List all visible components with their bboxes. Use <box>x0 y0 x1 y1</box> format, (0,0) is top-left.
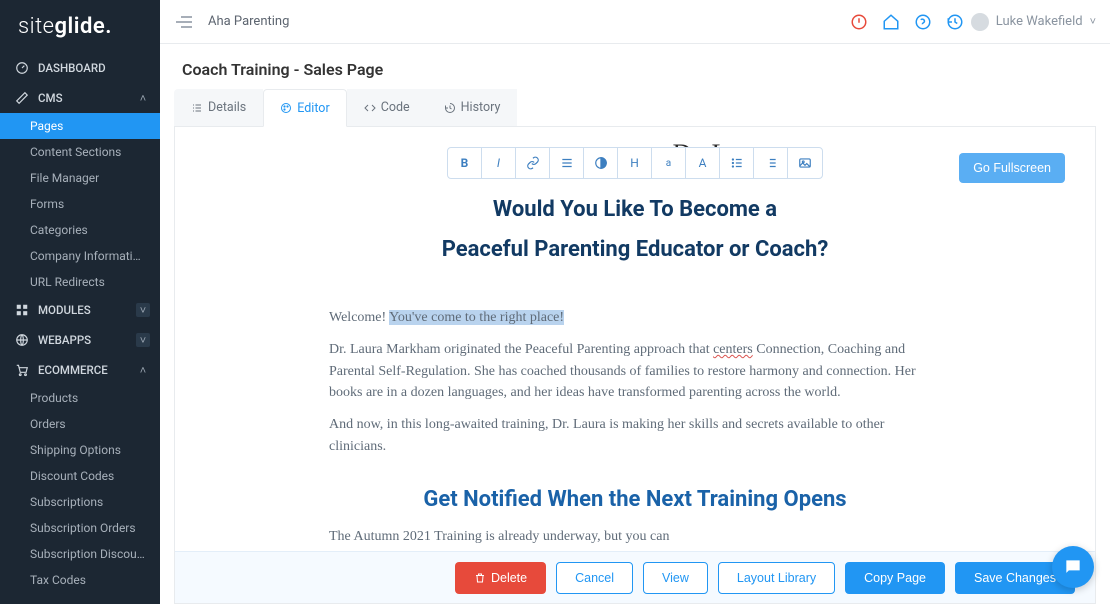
list-ul-button[interactable] <box>720 148 754 178</box>
editor-content[interactable]: I'm honored to be your guide. – Dr. Laur… <box>189 137 1081 603</box>
list-ol-button[interactable] <box>754 148 788 178</box>
image-button[interactable] <box>788 148 822 178</box>
main-area: Aha Parenting Luke Wakefield ˅ Coach Tra… <box>160 0 1110 604</box>
chat-widget[interactable] <box>1052 546 1094 588</box>
sidebar-item-url-redirects[interactable]: URL Redirects <box>0 269 160 295</box>
sidebar-item-company-info[interactable]: Company Information <box>0 243 160 269</box>
fullscreen-button[interactable]: Go Fullscreen <box>959 153 1065 183</box>
page-title: Coach Training - Sales Page <box>182 60 1088 79</box>
home-icon[interactable] <box>881 12 901 32</box>
italic-button[interactable]: I <box>482 148 516 178</box>
nav-webapps-label: WEBAPPS <box>38 333 91 347</box>
heading-button[interactable]: H <box>618 148 652 178</box>
page-title-row: Coach Training - Sales Page <box>160 44 1110 89</box>
page-tabs: Details Editor Code History <box>174 89 1096 127</box>
contrast-button[interactable] <box>584 148 618 178</box>
sidebar-item-file-manager[interactable]: File Manager <box>0 165 160 191</box>
user-name: Luke Wakefield <box>996 14 1083 29</box>
chevron-down-icon: ˅ <box>1090 15 1096 28</box>
help-icon[interactable] <box>913 12 933 32</box>
paragraph-welcome: Welcome! You've come to the right place! <box>329 307 941 329</box>
chevron-down-icon: ˅ <box>136 333 150 347</box>
sidebar-item-sub-orders[interactable]: Subscription Orders <box>0 515 160 541</box>
sidebar-item-categories[interactable]: Categories <box>0 217 160 243</box>
section-heading: Get Notified When the Next Training Open… <box>329 487 941 512</box>
tab-editor[interactable]: Editor <box>263 89 346 127</box>
tab-details[interactable]: Details <box>174 89 263 126</box>
paragraph-status: The Autumn 2021 Training is already unde… <box>329 526 941 548</box>
sidebar-item-products[interactable]: Products <box>0 385 160 411</box>
boxes-icon <box>14 303 30 317</box>
trash-icon <box>474 572 486 584</box>
tab-code[interactable]: Code <box>347 89 427 126</box>
site-name: Aha Parenting <box>208 14 289 29</box>
history-icon[interactable] <box>945 12 965 32</box>
bold-button[interactable]: B <box>448 148 482 178</box>
sidebar-item-sub-discount[interactable]: Subscription Discou… <box>0 541 160 567</box>
sidebar-item-orders[interactable]: Orders <box>0 411 160 437</box>
hero-heading: Would You Like To Become a Peaceful Pare… <box>329 193 941 267</box>
paragraph-about: Dr. Laura Markham originated the Peacefu… <box>329 339 941 404</box>
sidebar-item-shipping[interactable]: Shipping Options <box>0 437 160 463</box>
chevron-down-icon: ˅ <box>136 303 150 317</box>
tab-history[interactable]: History <box>427 89 518 126</box>
globe-icon <box>14 333 30 347</box>
view-button[interactable]: View <box>643 562 708 594</box>
nav-dashboard-label: DASHBOARD <box>38 61 106 75</box>
avatar <box>971 13 989 31</box>
sidebar-item-pages[interactable]: Pages <box>0 113 160 139</box>
align-button[interactable] <box>550 148 584 178</box>
delete-button[interactable]: Delete <box>455 562 546 594</box>
nav-ecommerce-label: ECOMMERCE <box>38 363 108 377</box>
list-icon <box>191 102 203 114</box>
sidebar: siteglide. DASHBOARD CMS ˄ Pages Content… <box>0 0 160 604</box>
menu-toggle-icon[interactable] <box>174 12 194 32</box>
text-toolbar: B I H a A <box>447 147 823 179</box>
sidebar-item-content-sections[interactable]: Content Sections <box>0 139 160 165</box>
palette-icon <box>280 102 292 114</box>
brand-logo: siteglide. <box>0 0 160 53</box>
link-button[interactable] <box>516 148 550 178</box>
topbar: Aha Parenting Luke Wakefield ˅ <box>160 0 1110 44</box>
textcolor-button[interactable]: A <box>686 148 720 178</box>
sidebar-item-subscriptions[interactable]: Subscriptions <box>0 489 160 515</box>
gauge-icon <box>14 61 30 75</box>
cancel-button[interactable]: Cancel <box>556 562 633 594</box>
editor-panel: Go Fullscreen B I H a A I'm honored to b… <box>174 127 1096 604</box>
user-menu[interactable]: Luke Wakefield ˅ <box>971 13 1096 31</box>
nav-cms-label: CMS <box>38 91 63 105</box>
sidebar-item-discount[interactable]: Discount Codes <box>0 463 160 489</box>
edit-icon <box>14 91 30 105</box>
layout-library-button[interactable]: Layout Library <box>718 562 835 594</box>
nav-modules-label: MODULES <box>38 303 91 317</box>
copy-page-button[interactable]: Copy Page <box>845 562 945 594</box>
sidebar-item-tax[interactable]: Tax Codes <box>0 567 160 593</box>
action-footer: Delete Cancel View Layout Library Copy P… <box>175 551 1095 603</box>
cart-icon <box>14 363 30 377</box>
chevron-up-icon: ˄ <box>136 363 150 377</box>
sidebar-item-forms[interactable]: Forms <box>0 191 160 217</box>
nav-dashboard[interactable]: DASHBOARD <box>0 53 160 83</box>
nav-ecommerce[interactable]: ECOMMERCE ˄ <box>0 355 160 385</box>
smalltext-button[interactable]: a <box>652 148 686 178</box>
nav-modules[interactable]: MODULES ˅ <box>0 295 160 325</box>
code-icon <box>364 102 376 114</box>
nav-webapps[interactable]: WEBAPPS ˅ <box>0 325 160 355</box>
history-icon <box>444 102 456 114</box>
paragraph-now: And now, in this long-awaited training, … <box>329 414 941 457</box>
chevron-up-icon: ˄ <box>136 91 150 105</box>
nav-cms[interactable]: CMS ˄ <box>0 83 160 113</box>
alert-icon[interactable] <box>849 12 869 32</box>
top-icons <box>849 12 965 32</box>
